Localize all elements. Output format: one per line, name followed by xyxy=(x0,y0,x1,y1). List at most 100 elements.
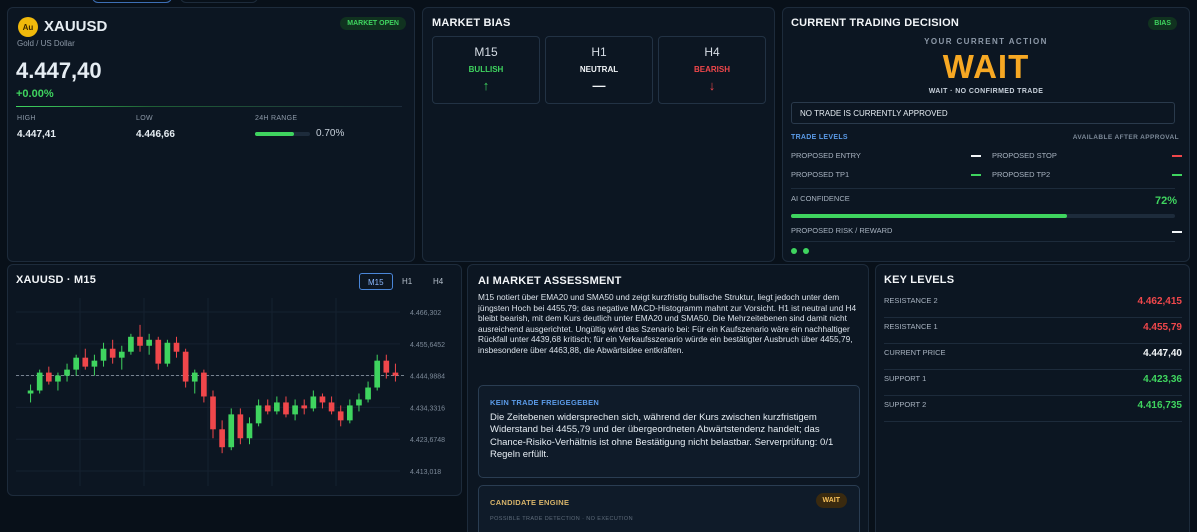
no-trade-text: Die Zeitebenen widersprechen sich, währe… xyxy=(490,412,834,461)
candle-body xyxy=(264,405,271,412)
candle-body xyxy=(228,414,235,448)
level-value: 4.447,40 xyxy=(1143,348,1182,359)
tab-h1[interactable]: H1 xyxy=(394,273,420,290)
candle-body xyxy=(146,339,152,346)
entry-dash xyxy=(971,155,981,157)
bias-card-h4[interactable]: H4 BEARISH ↓ xyxy=(658,36,766,104)
no-trade-box: KEIN TRADE FREIGEGEBEN Die Zeitebenen wi… xyxy=(478,385,860,478)
candle-body xyxy=(246,423,253,439)
bias-state: NEUTRAL xyxy=(579,65,619,74)
stop-dash xyxy=(1172,155,1182,157)
proposed-tp2-label: PROPOSED TP2 xyxy=(992,170,1051,179)
confidence-bar-fill xyxy=(791,214,1068,218)
candle-body xyxy=(274,402,280,412)
candlestick-chart[interactable]: 4.466,302 4.455,6452 4.444,9884 4.434,3316 4… xyxy=(16,296,456,491)
proposed-tp1-label: PROPOSED TP1 xyxy=(791,170,850,179)
tab-m15[interactable]: M15 xyxy=(359,273,393,290)
action-subtitle: WAIT · NO CONFIRMED TRADE xyxy=(928,88,1044,95)
low-value: 4.446,66 xyxy=(136,129,175,140)
ai-assessment-text: M15 notiert über EMA20 und SMA50 und zei… xyxy=(478,292,857,355)
candle-body xyxy=(374,360,381,388)
candle-body xyxy=(237,414,244,439)
candle-body xyxy=(100,348,107,361)
bias-state: BULLISH xyxy=(468,65,504,74)
candle-body xyxy=(292,405,298,415)
candle-body xyxy=(210,396,216,430)
candle-body xyxy=(191,372,198,382)
candle-body xyxy=(27,390,34,394)
candle-body xyxy=(173,342,180,352)
top-tab[interactable] xyxy=(180,0,258,3)
candle-body xyxy=(328,402,335,412)
price-change: +0.00% xyxy=(16,88,54,100)
y-tick-label: 4.423,6748 xyxy=(410,437,445,444)
level-label: RESISTANCE 2 xyxy=(884,296,938,305)
candle-body xyxy=(82,357,89,367)
candle-body xyxy=(201,372,207,397)
arrow-up-icon: ↑ xyxy=(482,78,490,93)
tab-h4[interactable]: H4 xyxy=(425,273,451,290)
bias-card-h1[interactable]: H1 NEUTRAL — xyxy=(545,36,653,104)
candle-body xyxy=(365,387,371,400)
candle-body xyxy=(64,369,70,376)
candle-body xyxy=(36,372,43,391)
trade-levels-heading: TRADE LEVELS xyxy=(791,134,848,141)
wait-badge: WAIT xyxy=(815,493,847,508)
bias-timeframe: M15 xyxy=(474,45,498,59)
range-bar xyxy=(255,132,310,136)
page-dot[interactable] xyxy=(791,248,797,254)
ai-confidence-label: AI CONFIDENCE xyxy=(791,194,850,203)
dash-icon: — xyxy=(592,78,606,93)
trading-decision-panel: CURRENT TRADING DECISION BIAS YOUR CURRE… xyxy=(782,7,1190,262)
available-after-label: AVAILABLE AFTER APPROVAL xyxy=(1072,134,1179,141)
page-dot[interactable] xyxy=(803,248,809,254)
bias-badge: BIAS xyxy=(1148,17,1177,30)
level-value: 4.462,415 xyxy=(1137,296,1183,307)
level-value: 4.455,79 xyxy=(1143,322,1182,333)
market-status-badge: MARKET OPEN xyxy=(340,17,406,30)
bias-card-m15[interactable]: M15 BULLISH ↑ xyxy=(432,36,540,104)
high-value: 4.447,41 xyxy=(17,129,56,140)
candidate-engine-box: CANDIDATE ENGINE WAIT POSSIBLE TRADE DET… xyxy=(478,485,860,532)
ticker-panel: Au XAUUSD Gold / US Dollar MARKET OPEN 4… xyxy=(7,7,415,262)
current-price: 4.447,40 xyxy=(16,58,102,83)
key-levels-panel: KEY LEVELS RESISTANCE 2 4.462,415 RESIST… xyxy=(875,264,1190,532)
level-row-current-price: CURRENT PRICE 4.447,40 xyxy=(884,344,1182,370)
proposed-stop-label: PROPOSED STOP xyxy=(992,151,1057,160)
y-tick-label: 4.455,6452 xyxy=(410,342,445,349)
level-label: SUPPORT 1 xyxy=(884,374,927,383)
ai-confidence-value: 72% xyxy=(1154,195,1177,207)
market-bias-panel: MARKET BIAS M15 BULLISH ↑ H1 NEUTRAL — H… xyxy=(422,7,775,262)
level-value: 4.423,36 xyxy=(1143,374,1182,385)
symbol-subtitle: Gold / US Dollar xyxy=(17,39,75,48)
top-tab-active[interactable] xyxy=(92,0,172,3)
current-action: WAIT xyxy=(942,48,1030,85)
range-percent: 0.70% xyxy=(316,128,345,139)
y-tick-label: 4.444,9884 xyxy=(410,374,445,381)
divider xyxy=(791,188,1175,189)
candle-body xyxy=(128,336,134,352)
chart-title: XAUUSD · M15 xyxy=(16,274,97,286)
bias-state: BEARISH xyxy=(693,65,730,74)
candle-body xyxy=(219,429,225,448)
key-levels-title: KEY LEVELS xyxy=(884,274,955,286)
candle-body xyxy=(255,405,262,424)
low-label: LOW xyxy=(136,115,153,122)
candidate-engine-title: CANDIDATE ENGINE xyxy=(490,498,570,507)
candle-body xyxy=(155,339,162,364)
risk-reward-label: PROPOSED RISK / REWARD xyxy=(791,226,893,235)
tp1-dash xyxy=(971,174,981,176)
candle-body xyxy=(55,375,61,382)
candle-body xyxy=(109,348,116,358)
bias-timeframe: H1 xyxy=(591,45,607,59)
tp2-dash xyxy=(1172,174,1182,176)
candle-body xyxy=(310,396,317,409)
level-label: SUPPORT 2 xyxy=(884,400,927,409)
no-trade-title: KEIN TRADE FREIGEGEBEN xyxy=(490,398,600,407)
candle-body xyxy=(91,360,98,367)
candle-body xyxy=(301,405,308,409)
candle-body xyxy=(283,402,289,415)
y-tick-label: 4.434,3316 xyxy=(410,405,445,412)
level-row-support-2: SUPPORT 2 4.416,735 xyxy=(884,396,1182,422)
candle-body xyxy=(182,351,189,382)
